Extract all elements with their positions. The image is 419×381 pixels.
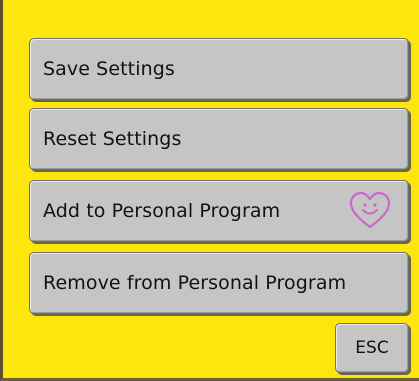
esc-label: ESC xyxy=(355,338,389,358)
add-to-personal-program-label: Add to Personal Program xyxy=(43,200,281,222)
save-settings-label: Save Settings xyxy=(43,58,175,80)
add-to-personal-program-button[interactable]: Add to Personal Program xyxy=(29,180,409,242)
remove-from-personal-program-button[interactable]: Remove from Personal Program xyxy=(29,252,409,314)
remove-from-personal-program-label: Remove from Personal Program xyxy=(43,272,347,294)
reset-settings-label: Reset Settings xyxy=(43,128,182,150)
reset-settings-button[interactable]: Reset Settings xyxy=(29,108,409,170)
smiley-heart-icon xyxy=(349,191,391,229)
settings-menu-screen: Save Settings Reset Settings Add to Pers… xyxy=(0,0,419,381)
esc-button[interactable]: ESC xyxy=(335,323,409,373)
save-settings-button[interactable]: Save Settings xyxy=(29,38,409,100)
